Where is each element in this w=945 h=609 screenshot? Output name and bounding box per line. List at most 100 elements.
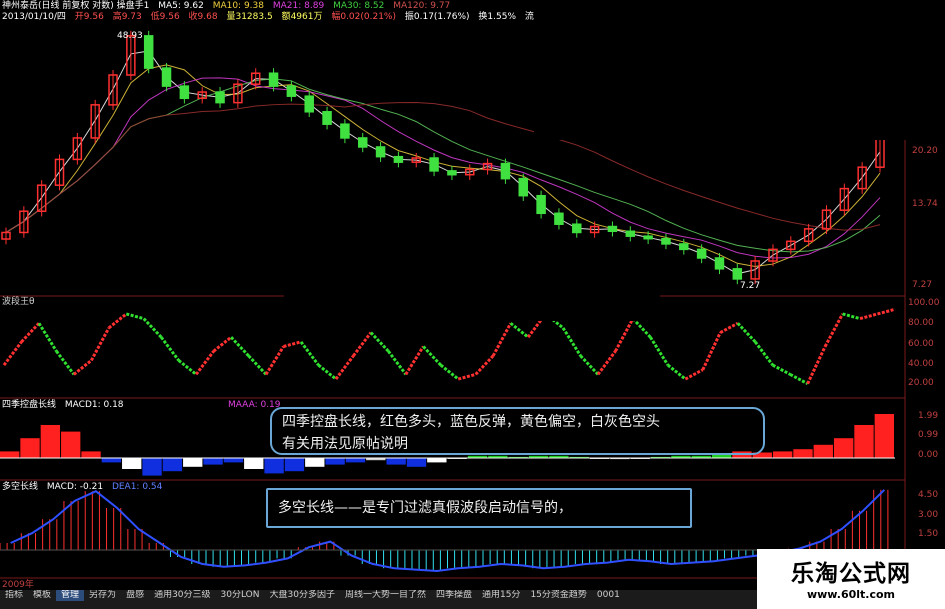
wave-segment-28 (474, 354, 495, 376)
season-bar-1 (20, 438, 40, 458)
candle-body-39 (696, 248, 707, 259)
wave-segment-15 (247, 354, 268, 376)
wave-panel-title: 波段王θ (2, 297, 35, 307)
season-bar-19 (386, 458, 406, 465)
season-bar-38 (772, 451, 793, 458)
tab-15min-capital[interactable]: 15分资金趋势 (525, 590, 591, 601)
candle-body-41 (732, 268, 743, 280)
season-bar-14 (284, 458, 305, 472)
wave-segment-38 (649, 336, 670, 366)
season-bar-42 (854, 425, 874, 458)
candle-body-8 (143, 35, 154, 69)
wave-tick-80: 80.00 (908, 318, 934, 328)
tab-four-season[interactable]: 四季操盘 (431, 590, 477, 601)
wave-segment-8 (125, 312, 145, 321)
wave-segment-26 (439, 363, 460, 381)
redaction-box-top (534, 0, 945, 140)
callout-four-season-line2: 有关用法见原帖说明 (282, 436, 408, 452)
template-tab-bar: 指标 模板 管理 另存为 盘感 通用30分三级 30分LON 大盘30分多因子 周线一大势一目了… (0, 590, 760, 609)
candle-body-38 (679, 243, 689, 251)
wave-tick-20: 20.00 (908, 378, 934, 388)
price-tick-high: 20.20 (912, 146, 938, 156)
watermark-logo: 乐淘公式网 www.60lt.com (757, 549, 945, 609)
ma10-label: MA10: 9.38 (212, 1, 264, 11)
wave-segment-11 (177, 359, 198, 376)
candle-body-19 (340, 123, 350, 139)
tab-manage[interactable]: 管理 (56, 590, 85, 601)
season-bar-16 (325, 458, 345, 465)
callout-long-short: 多空长线——是专门过滤真假波段启动信号的， (266, 488, 692, 528)
tab-indicator[interactable]: 指标 (0, 590, 28, 601)
date-axis-label: 2009年 (2, 580, 34, 590)
four-season-maaa: MAAA: 0.19 (228, 400, 281, 410)
wave-segment-37 (631, 317, 652, 339)
bar-amount: 额4961万 (281, 12, 323, 22)
price-tick-mid: 13.74 (912, 199, 938, 209)
tab-0001[interactable]: 0001 (592, 590, 625, 601)
tab-template[interactable]: 模板 (28, 590, 56, 601)
four-season-title: 四季控盘长线 (2, 400, 57, 410)
long-short-dea: DEA1: 0.54 (111, 482, 163, 492)
wave-segment-24 (404, 345, 425, 376)
candle-body-35 (625, 230, 636, 237)
tab-30min-lon[interactable]: 30分LON (216, 590, 265, 601)
wave-segment-39 (666, 363, 687, 381)
tab-weekly-trend[interactable]: 周线一大势一目了然 (340, 590, 431, 601)
bar-close: 收9.68 (188, 12, 218, 22)
wave-segment-36 (614, 317, 635, 352)
candle-body-40 (714, 257, 725, 270)
callout-four-season: 四季控盘长线，红色多头，蓝色反弹，黄色偏空，白灰色空头 有关用法见原帖说明 (270, 407, 765, 455)
wave-tick-60: 60.00 (908, 339, 934, 349)
tab-30min-3level[interactable]: 通用30分三级 (149, 590, 215, 601)
price-tick-low: 7.27 (912, 280, 933, 290)
ma30-label: MA30: 8.52 (333, 1, 385, 11)
four-season-tick-1: 1.99 (918, 411, 939, 421)
redaction-box-mid (284, 289, 660, 321)
wave-segment-25 (422, 345, 442, 367)
wave-segment-5 (72, 359, 93, 376)
wave-segment-10 (160, 336, 180, 362)
bar-volume: 量31283.5 (226, 12, 273, 22)
tab-pansense[interactable]: 盘感 (121, 590, 149, 601)
season-bar-3 (61, 431, 81, 458)
long-short-header: 多空长线 MACD: -0.21 DEA1: 0.54 (2, 482, 168, 492)
long-short-tick-1: 4.50 (918, 490, 939, 500)
tab-save-as[interactable]: 另存为 (84, 590, 121, 601)
high-price-annotation: 48.93 (117, 31, 143, 41)
candle-body-21 (375, 146, 386, 158)
wave-segment-4 (55, 350, 76, 376)
wave-segment-3 (37, 322, 58, 352)
long-short-title: 多空长线 (2, 482, 39, 492)
wave-segment-33 (561, 327, 582, 357)
wave-segment-49 (842, 312, 861, 321)
wave-segment-7 (107, 312, 128, 330)
wave-segment-14 (230, 336, 250, 357)
ma21-label: MA21: 8.89 (272, 1, 325, 11)
wave-segment-34 (579, 354, 600, 376)
season-bar-0 (0, 451, 20, 458)
candle-body-18 (322, 111, 332, 125)
season-bar-43 (874, 414, 894, 458)
header-line-1: 神州泰岳(日线 前复权 对数) 操盘手1 MA5: 9.62 MA10: 9.3… (2, 1, 456, 11)
low-price-annotation: 7.27 (740, 281, 761, 291)
season-bar-5 (101, 458, 122, 463)
tab-15min[interactable]: 通用15分 (477, 590, 525, 601)
four-season-macd: MACD1: 0.18 (64, 400, 124, 410)
stock-title: 神州泰岳(日线 前复权 对数) 操盘手1 (2, 1, 150, 11)
wave-segment-13 (212, 336, 233, 353)
candle-body-28 (500, 162, 511, 180)
wave-segment-29 (491, 322, 512, 357)
candle-body-34 (607, 225, 618, 233)
tab-index-30min-multifactor[interactable]: 大盘30分多因子 (265, 590, 340, 601)
season-bar-17 (345, 458, 366, 463)
wave-segment-44 (754, 340, 774, 367)
wave-segment-12 (194, 350, 215, 376)
bar-change: 幅0.02(0.21%) (331, 12, 396, 22)
wave-segment-43 (736, 322, 757, 343)
wave-segment-16 (264, 345, 285, 376)
bar-open: 开9.56 (74, 12, 104, 22)
candle-body-16 (286, 85, 297, 97)
watermark-url: www.60lt.com (806, 588, 896, 601)
candle-body-22 (393, 155, 404, 163)
wave-segment-2 (20, 322, 41, 343)
